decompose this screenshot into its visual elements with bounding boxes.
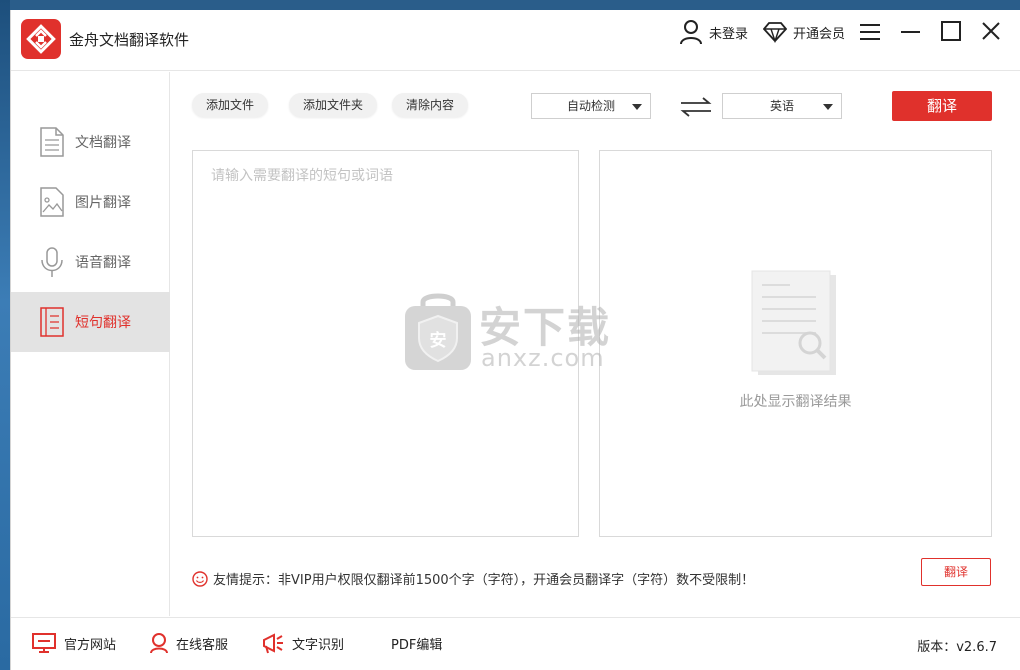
- app-window: 金舟文档翻译软件 未登录 开通会员 文档翻译 图片翻译 语音翻译 短句翻译 添加…: [10, 10, 1020, 670]
- title-bar: 金舟文档翻译软件 未登录 开通会员: [11, 10, 1020, 71]
- maximize-button[interactable]: [937, 18, 965, 46]
- official-website-link[interactable]: 官方网站: [31, 630, 116, 656]
- target-language-select[interactable]: 英语: [722, 93, 842, 119]
- footer: 官方网站 在线客服 文字识别 PDF编辑 版本：v2.6.7: [11, 617, 1020, 670]
- tip-message: 友情提示：非VIP用户权限仅翻译前1500个字（字符），开通会员翻译字（字符）数…: [192, 569, 754, 588]
- minimize-button[interactable]: [897, 18, 925, 46]
- sidebar-item-voice-translate[interactable]: 语音翻译: [11, 232, 170, 292]
- add-folder-button[interactable]: 添加文件夹: [289, 93, 378, 117]
- monitor-icon: [32, 633, 56, 653]
- smile-icon: [192, 570, 208, 587]
- sidebar-item-label: 文档翻译: [75, 135, 131, 151]
- vip-button[interactable]: 开通会员: [763, 18, 845, 46]
- chevron-down-icon: [823, 104, 833, 110]
- chevron-down-icon: [632, 104, 642, 110]
- minimize-icon: [901, 31, 920, 33]
- source-language-select[interactable]: 自动检测: [531, 93, 651, 119]
- bottom-translate-button[interactable]: 翻译: [921, 558, 991, 586]
- user-icon: [680, 20, 702, 45]
- empty-result-text: 此处显示翻译结果: [739, 394, 852, 410]
- close-icon: [982, 22, 1000, 40]
- sidebar: 文档翻译 图片翻译 语音翻译 短句翻译: [11, 72, 170, 616]
- document-icon: [39, 126, 65, 158]
- login-button[interactable]: 未登录: [679, 18, 748, 46]
- source-text-input[interactable]: [193, 151, 578, 536]
- login-label: 未登录: [709, 26, 749, 42]
- pdf-edit-link[interactable]: PDF编辑: [391, 630, 442, 656]
- target-language-value: 英语: [769, 99, 794, 113]
- add-file-button[interactable]: 添加文件: [192, 93, 269, 117]
- version-text: 版本：v2.6.7: [917, 640, 997, 655]
- sidebar-item-label: 短句翻译: [75, 315, 131, 331]
- source-text-panel: [192, 150, 579, 537]
- main-content: 添加文件 添加文件夹 清除内容 自动检测 英语 翻译 请输入需要翻译的短句或词语…: [171, 72, 1020, 616]
- footer-label: 文字识别: [292, 637, 345, 653]
- sidebar-item-sentence-translate[interactable]: 短句翻译: [11, 292, 170, 352]
- megaphone-icon: [263, 633, 283, 654]
- sidebar-item-label: 图片翻译: [75, 195, 131, 211]
- source-language-value: 自动检测: [566, 99, 615, 113]
- sidebar-item-label: 语音翻译: [75, 255, 131, 271]
- image-icon: [39, 186, 65, 218]
- microphone-icon: [39, 246, 65, 278]
- desktop-background: [0, 0, 10, 670]
- empty-result-icon: [750, 269, 840, 379]
- menu-button[interactable]: [857, 18, 885, 46]
- app-title: 金舟文档翻译软件: [69, 31, 190, 49]
- hamburger-icon: [860, 24, 880, 40]
- result-panel: 此处显示翻译结果: [599, 150, 992, 537]
- sidebar-item-image-translate[interactable]: 图片翻译: [11, 172, 170, 232]
- support-icon: [150, 633, 168, 654]
- swap-icon: [680, 97, 712, 117]
- footer-label: PDF编辑: [391, 637, 443, 653]
- tip-text: 友情提示：非VIP用户权限仅翻译前1500个字（字符），开通会员翻译字（字符）数…: [213, 573, 755, 588]
- app-logo-icon: [21, 19, 61, 59]
- footer-label: 官方网站: [64, 637, 117, 653]
- swap-languages-button[interactable]: [679, 96, 713, 118]
- maximize-icon: [941, 21, 961, 41]
- online-service-link[interactable]: 在线客服: [149, 630, 228, 656]
- clear-content-button[interactable]: 清除内容: [392, 93, 469, 117]
- sentence-icon: [39, 306, 65, 338]
- vip-label: 开通会员: [793, 26, 846, 42]
- close-button[interactable]: [977, 18, 1005, 46]
- diamond-icon: [763, 22, 787, 43]
- footer-label: 在线客服: [176, 637, 229, 653]
- translate-button[interactable]: 翻译: [892, 91, 992, 121]
- sidebar-item-document-translate[interactable]: 文档翻译: [11, 112, 170, 172]
- ocr-link[interactable]: 文字识别: [261, 630, 344, 656]
